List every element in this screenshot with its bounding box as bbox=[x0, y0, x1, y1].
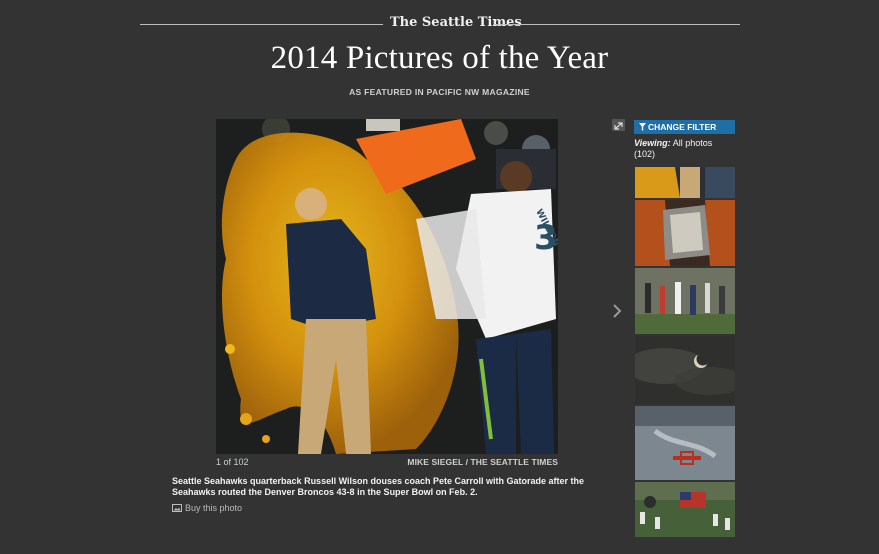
image-icon bbox=[172, 504, 182, 514]
main-photo[interactable]: 3 WILSON bbox=[216, 119, 558, 454]
thumbnail-rain-crowd[interactable] bbox=[635, 268, 735, 334]
gallery-page: The Seattle Times 2014 Pictures of the Y… bbox=[0, 0, 879, 554]
thumbnail-air-show[interactable] bbox=[635, 406, 735, 480]
buy-photo-label: Buy this photo bbox=[185, 503, 243, 513]
masthead-rule-left bbox=[140, 24, 383, 25]
masthead: The Seattle Times bbox=[140, 14, 740, 36]
photo-caption: Seattle Seahawks quarterback Russell Wil… bbox=[172, 476, 585, 497]
photo-counter: 1 of 102 bbox=[216, 457, 249, 467]
expand-icon[interactable] bbox=[612, 119, 625, 131]
main-photo-image: 3 WILSON bbox=[216, 119, 558, 454]
buy-photo-link[interactable]: Buy this photo bbox=[172, 503, 242, 514]
thumbnail-flags-cemetery[interactable] bbox=[635, 482, 735, 537]
page-title: 2014 Pictures of the Year bbox=[270, 40, 609, 76]
masthead-rule-right bbox=[493, 24, 740, 25]
photo-credit: MIKE SIEGEL / THE SEATTLE TIMES bbox=[407, 457, 558, 467]
filter-icon bbox=[639, 121, 646, 135]
thumbnail-gatorade-dunk[interactable] bbox=[635, 167, 735, 198]
next-photo-button[interactable] bbox=[610, 300, 624, 322]
chevron-right-icon bbox=[613, 304, 622, 318]
page-subtitle: AS FEATURED IN PACIFIC NW MAGAZINE bbox=[349, 87, 530, 97]
thumbnail-book-hands[interactable] bbox=[635, 200, 735, 266]
seattle-times-logo[interactable]: The Seattle Times bbox=[390, 15, 522, 30]
thumbnail-eclipse[interactable] bbox=[635, 336, 735, 404]
change-filter-label: CHANGE FILTER bbox=[648, 122, 717, 132]
viewing-label: Viewing: bbox=[634, 138, 671, 148]
change-filter-button[interactable]: CHANGE FILTER bbox=[634, 120, 735, 134]
viewing-status: Viewing: All photos (102) bbox=[634, 138, 735, 160]
